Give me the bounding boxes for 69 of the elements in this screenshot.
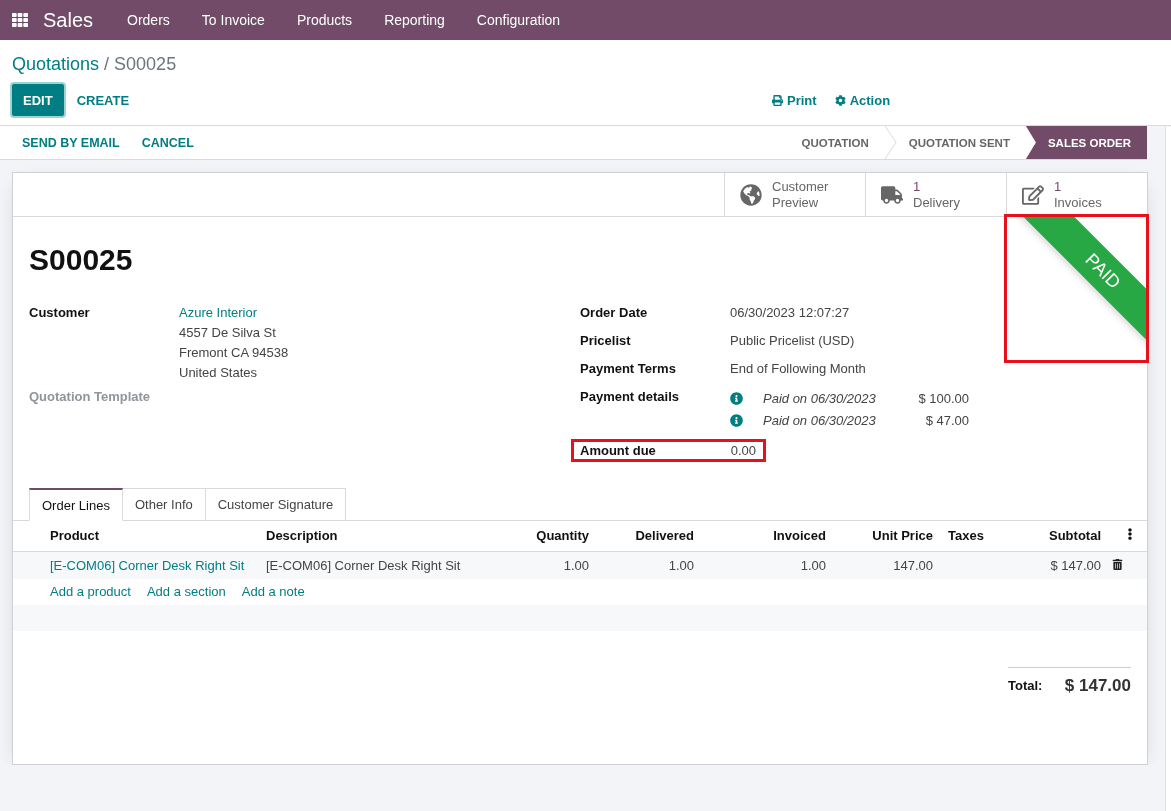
nav-menu-item[interactable]: Reporting xyxy=(368,12,461,28)
breadcrumb-separator: / xyxy=(104,53,110,75)
header-button[interactable]: CANCEL xyxy=(130,126,205,159)
column-header[interactable]: Product xyxy=(13,521,262,551)
tab[interactable]: Order Lines xyxy=(29,488,123,521)
apps-grid-icon[interactable] xyxy=(12,12,28,28)
payment-amount: $ 47.00 xyxy=(924,412,969,428)
tab[interactable]: Other Info xyxy=(122,488,206,521)
breadcrumb-link[interactable]: Quotations xyxy=(12,53,100,75)
order-title: S00025 xyxy=(29,242,133,278)
nav-menu-item[interactable]: To Invoice xyxy=(185,12,281,28)
settings-icon xyxy=(834,94,846,106)
smart-button[interactable]: 1 Invoices xyxy=(1006,173,1147,216)
payment-amount: $ 100.00 xyxy=(917,390,969,406)
field-label: Customer xyxy=(29,304,91,322)
print-button[interactable]: Print xyxy=(770,92,817,108)
edit-button[interactable]: EDIT xyxy=(12,84,64,116)
total-value: $ 147.00 xyxy=(1064,675,1131,696)
field-value: 0.00 xyxy=(730,443,756,458)
add-line-link[interactable]: Add a section xyxy=(146,582,226,602)
table-cell: [E-COM06] Corner Desk Right Sit xyxy=(266,557,461,573)
truck-icon xyxy=(881,183,903,206)
field-value: Public Pricelist (USD) xyxy=(730,332,856,350)
create-button[interactable]: CREATE xyxy=(65,84,141,116)
total-label: Total: xyxy=(1008,678,1043,693)
nav-menu-item[interactable]: Orders xyxy=(111,12,186,28)
field-label: Order Date xyxy=(580,304,649,322)
customer-link[interactable]: Azure Interior xyxy=(179,303,580,323)
column-header[interactable]: Quantity xyxy=(499,521,600,551)
nav-menu-item[interactable]: Products xyxy=(280,12,369,28)
status-step[interactable]: QUOTATION xyxy=(789,126,885,159)
field-label: Amount due xyxy=(580,441,656,460)
tab[interactable]: Customer Signature xyxy=(205,488,347,521)
field-label: Payment details xyxy=(580,388,680,406)
address-line: United States xyxy=(179,364,259,382)
trash-icon[interactable] xyxy=(1112,558,1123,570)
field-label: Quotation Template xyxy=(29,388,152,406)
status-step[interactable]: SALES ORDER xyxy=(1025,126,1147,159)
app-name[interactable]: Sales xyxy=(43,8,94,32)
payment-text: Paid on 06/30/2023 xyxy=(763,390,877,406)
column-header[interactable]: Invoiced xyxy=(705,521,837,551)
add-line-link[interactable]: Add a product xyxy=(50,582,131,602)
table-cell: $ 147.00 xyxy=(1050,557,1101,573)
smart-button[interactable]: Customer Preview xyxy=(724,173,865,216)
table-cell: 1.00 xyxy=(800,557,826,573)
field-value: End of Following Month xyxy=(730,360,867,378)
address-line: 4557 De Silva St xyxy=(179,324,277,342)
add-line-link[interactable]: Add a note xyxy=(241,582,305,602)
column-header[interactable]: Taxes xyxy=(944,521,996,551)
header-button[interactable]: SEND BY EMAIL xyxy=(11,126,131,159)
column-header[interactable]: Description xyxy=(262,521,499,551)
column-header[interactable]: Subtotal xyxy=(996,521,1112,551)
address-line: Fremont CA 94538 xyxy=(179,344,290,362)
globe-icon xyxy=(740,183,762,206)
field-label: Pricelist xyxy=(580,332,632,350)
column-header[interactable]: Delivered xyxy=(600,521,705,551)
print-icon xyxy=(772,94,783,106)
table-cell: 1.00 xyxy=(668,557,694,573)
table-cell: 1.00 xyxy=(563,557,589,573)
column-header[interactable]: Unit Price xyxy=(837,521,944,551)
nav-menu-item[interactable]: Configuration xyxy=(460,12,577,28)
table-cell: 147.00 xyxy=(893,557,933,573)
field-value: 06/30/2023 12:07:27 xyxy=(730,304,851,322)
payment-text: Paid on 06/30/2023 xyxy=(763,412,877,428)
smart-button[interactable]: 1 Delivery xyxy=(865,173,1006,216)
action-button[interactable]: Action xyxy=(832,92,891,108)
breadcrumb-current: S00025 xyxy=(114,53,177,75)
status-step[interactable]: QUOTATION SENT xyxy=(896,126,1026,159)
field-label: Payment Terms xyxy=(580,360,677,378)
